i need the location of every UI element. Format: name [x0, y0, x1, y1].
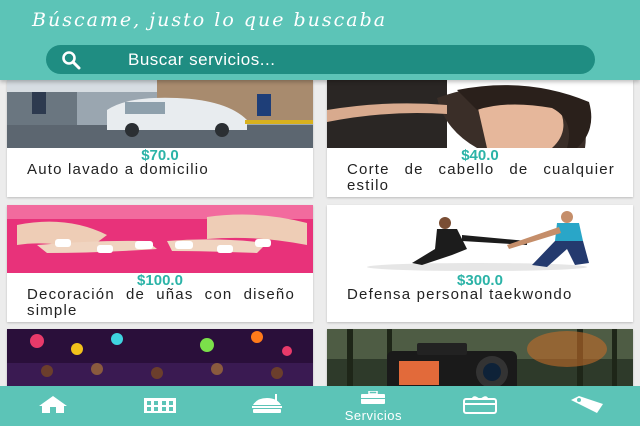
service-card-party[interactable]: [7, 329, 313, 386]
tag-icon: [569, 394, 605, 418]
car-wash-photo: [7, 80, 313, 148]
nav-food[interactable]: [213, 386, 320, 426]
service-card-taekwondo[interactable]: $300.0 Defensa personal taekwondo: [327, 205, 633, 322]
bottom-nav: Servicios: [0, 386, 640, 426]
briefcase-icon: [359, 390, 387, 409]
search-icon[interactable]: [60, 49, 82, 71]
nav-services-label: Servicios: [344, 408, 402, 423]
app-header: Búscame, justo lo que buscaba Buscar ser…: [0, 0, 640, 80]
home-icon: [37, 394, 69, 418]
service-name: Auto lavado a domicilio: [27, 161, 209, 178]
party-photo: [7, 329, 313, 386]
nav-gifts[interactable]: [427, 386, 534, 426]
haircut-photo: [327, 80, 633, 148]
service-card-car-wash[interactable]: $70.0 Auto lavado a domicilio: [7, 80, 313, 197]
service-card-camera[interactable]: [327, 329, 633, 386]
service-name: Corte de cabello de cualquier estilo: [347, 161, 615, 194]
nav-home[interactable]: [0, 386, 107, 426]
services-grid: $70.0 Auto lavado a domicilio $40.0 Cort…: [0, 80, 640, 386]
taekwondo-photo: [327, 205, 633, 273]
app-title: Búscame, justo lo que buscaba: [32, 9, 388, 31]
service-name: Decoración de uñas con diseño simple: [27, 286, 295, 319]
nav-deals[interactable]: [533, 386, 640, 426]
camera-photo: [327, 329, 633, 386]
service-card-nails[interactable]: $100.0 Decoración de uñas con diseño sim…: [7, 205, 313, 322]
search-bar[interactable]: Buscar servicios...: [46, 45, 595, 74]
nav-services[interactable]: Servicios: [320, 386, 427, 426]
gift-icon: [462, 394, 498, 418]
nav-buildings[interactable]: [107, 386, 214, 426]
service-name: Defensa personal taekwondo: [347, 286, 573, 303]
search-input[interactable]: Buscar servicios...: [128, 50, 275, 70]
nails-photo: [7, 205, 313, 273]
building-icon: [142, 394, 178, 418]
food-icon: [249, 394, 285, 418]
service-card-haircut[interactable]: $40.0 Corte de cabello de cualquier esti…: [327, 80, 633, 197]
